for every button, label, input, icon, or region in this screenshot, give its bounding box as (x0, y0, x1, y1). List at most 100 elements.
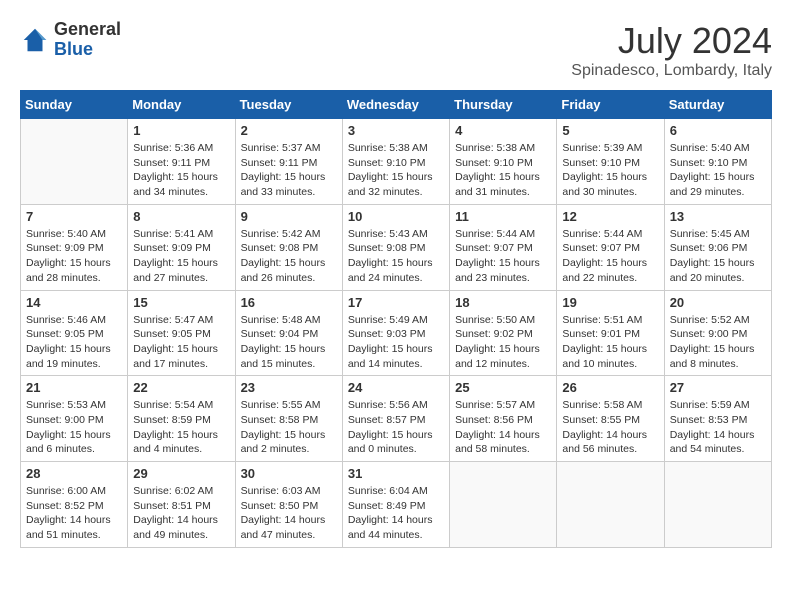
day-number: 23 (241, 380, 337, 395)
day-info: Sunrise: 5:52 AM Sunset: 9:00 PM Dayligh… (670, 313, 766, 372)
day-header-tuesday: Tuesday (235, 91, 342, 119)
day-info: Sunrise: 5:36 AM Sunset: 9:11 PM Dayligh… (133, 141, 229, 200)
calendar-cell (21, 119, 128, 205)
week-row-5: 28 Sunrise: 6:00 AM Sunset: 8:52 PM Dayli… (21, 462, 772, 548)
calendar-cell: 19Sunrise: 5:51 AM Sunset: 9:01 PM Dayli… (557, 290, 664, 376)
day-number: 20 (670, 295, 766, 310)
day-number: 15 (133, 295, 229, 310)
day-number: 13 (670, 209, 766, 224)
calendar-body: 1 Sunrise: 5:36 AM Sunset: 9:11 PM Daylig… (21, 119, 772, 548)
calendar-cell: 16 Sunrise: 5:48 AM Sunset: 9:04 PM Dayli… (235, 290, 342, 376)
day-info: Sunrise: 5:50 AM Sunset: 9:02 PM Dayligh… (455, 313, 551, 372)
day-number: 7 (26, 209, 122, 224)
day-info: Sunrise: 5:44 AM Sunset: 9:07 PM Dayligh… (562, 227, 658, 286)
calendar-cell: 28 Sunrise: 6:00 AM Sunset: 8:52 PM Dayli… (21, 462, 128, 548)
calendar-cell: 12 Sunrise: 5:44 AM Sunset: 9:07 PM Dayli… (557, 204, 664, 290)
day-number: 26 (562, 380, 658, 395)
calendar-cell: 26 Sunrise: 5:58 AM Sunset: 8:55 PM Dayli… (557, 376, 664, 462)
calendar-cell: 10Sunrise: 5:43 AM Sunset: 9:08 PM Dayli… (342, 204, 449, 290)
day-number: 24 (348, 380, 444, 395)
day-header-sunday: Sunday (21, 91, 128, 119)
calendar-cell: 31 Sunrise: 6:04 AM Sunset: 8:49 PM Dayli… (342, 462, 449, 548)
day-info: Sunrise: 5:43 AM Sunset: 9:08 PM Dayligh… (348, 227, 444, 286)
day-number: 2 (241, 123, 337, 138)
day-number: 31 (348, 466, 444, 481)
calendar-cell: 23Sunrise: 5:55 AM Sunset: 8:58 PM Dayli… (235, 376, 342, 462)
calendar-title: July 2024 (571, 20, 772, 62)
day-info: Sunrise: 5:42 AM Sunset: 9:08 PM Dayligh… (241, 227, 337, 286)
day-info: Sunrise: 5:49 AM Sunset: 9:03 PM Dayligh… (348, 313, 444, 372)
day-number: 12 (562, 209, 658, 224)
day-info: Sunrise: 5:40 AM Sunset: 9:09 PM Dayligh… (26, 227, 122, 286)
logo-text: General Blue (54, 20, 121, 60)
day-info: Sunrise: 6:02 AM Sunset: 8:51 PM Dayligh… (133, 484, 229, 543)
day-info: Sunrise: 5:41 AM Sunset: 9:09 PM Dayligh… (133, 227, 229, 286)
day-info: Sunrise: 5:48 AM Sunset: 9:04 PM Dayligh… (241, 313, 337, 372)
calendar-cell (664, 462, 771, 548)
calendar-cell: 6Sunrise: 5:40 AM Sunset: 9:10 PM Daylig… (664, 119, 771, 205)
day-info: Sunrise: 5:38 AM Sunset: 9:10 PM Dayligh… (348, 141, 444, 200)
day-number: 29 (133, 466, 229, 481)
day-info: Sunrise: 5:39 AM Sunset: 9:10 PM Dayligh… (562, 141, 658, 200)
day-info: Sunrise: 6:04 AM Sunset: 8:49 PM Dayligh… (348, 484, 444, 543)
day-number: 8 (133, 209, 229, 224)
calendar-cell: 21 Sunrise: 5:53 AM Sunset: 9:00 PM Dayli… (21, 376, 128, 462)
logo-general: General (54, 20, 121, 40)
calendar-cell: 30Sunrise: 6:03 AM Sunset: 8:50 PM Dayli… (235, 462, 342, 548)
day-number: 9 (241, 209, 337, 224)
logo-blue: Blue (54, 40, 121, 60)
day-info: Sunrise: 5:57 AM Sunset: 8:56 PM Dayligh… (455, 398, 551, 457)
calendar-cell: 24 Sunrise: 5:56 AM Sunset: 8:57 PM Dayli… (342, 376, 449, 462)
calendar-header: SundayMondayTuesdayWednesdayThursdayFrid… (21, 91, 772, 119)
calendar-cell: 15 Sunrise: 5:47 AM Sunset: 9:05 PM Dayli… (128, 290, 235, 376)
day-info: Sunrise: 5:53 AM Sunset: 9:00 PM Dayligh… (26, 398, 122, 457)
day-number: 5 (562, 123, 658, 138)
day-number: 4 (455, 123, 551, 138)
calendar-cell: 25 Sunrise: 5:57 AM Sunset: 8:56 PM Dayli… (450, 376, 557, 462)
day-number: 25 (455, 380, 551, 395)
logo-icon (20, 25, 50, 55)
calendar-cell: 11Sunrise: 5:44 AM Sunset: 9:07 PM Dayli… (450, 204, 557, 290)
day-info: Sunrise: 6:03 AM Sunset: 8:50 PM Dayligh… (241, 484, 337, 543)
day-info: Sunrise: 5:59 AM Sunset: 8:53 PM Dayligh… (670, 398, 766, 457)
day-header-saturday: Saturday (664, 91, 771, 119)
day-number: 28 (26, 466, 122, 481)
calendar-cell: 4Sunrise: 5:38 AM Sunset: 9:10 PM Daylig… (450, 119, 557, 205)
calendar-cell: 2 Sunrise: 5:37 AM Sunset: 9:11 PM Daylig… (235, 119, 342, 205)
calendar-cell: 8 Sunrise: 5:41 AM Sunset: 9:09 PM Daylig… (128, 204, 235, 290)
day-header-wednesday: Wednesday (342, 91, 449, 119)
day-number: 21 (26, 380, 122, 395)
calendar-cell (450, 462, 557, 548)
day-info: Sunrise: 6:00 AM Sunset: 8:52 PM Dayligh… (26, 484, 122, 543)
day-number: 3 (348, 123, 444, 138)
day-info: Sunrise: 5:56 AM Sunset: 8:57 PM Dayligh… (348, 398, 444, 457)
day-number: 1 (133, 123, 229, 138)
day-header-monday: Monday (128, 91, 235, 119)
day-info: Sunrise: 5:40 AM Sunset: 9:10 PM Dayligh… (670, 141, 766, 200)
logo: General Blue (20, 20, 121, 60)
calendar-cell: 29 Sunrise: 6:02 AM Sunset: 8:51 PM Dayli… (128, 462, 235, 548)
day-header-friday: Friday (557, 91, 664, 119)
calendar-cell: 3 Sunrise: 5:38 AM Sunset: 9:10 PM Daylig… (342, 119, 449, 205)
week-row-2: 7 Sunrise: 5:40 AM Sunset: 9:09 PM Daylig… (21, 204, 772, 290)
day-info: Sunrise: 5:58 AM Sunset: 8:55 PM Dayligh… (562, 398, 658, 457)
day-info: Sunrise: 5:54 AM Sunset: 8:59 PM Dayligh… (133, 398, 229, 457)
day-info: Sunrise: 5:46 AM Sunset: 9:05 PM Dayligh… (26, 313, 122, 372)
day-number: 14 (26, 295, 122, 310)
week-row-1: 1 Sunrise: 5:36 AM Sunset: 9:11 PM Daylig… (21, 119, 772, 205)
title-block: July 2024 Spinadesco, Lombardy, Italy (571, 20, 772, 80)
day-number: 22 (133, 380, 229, 395)
calendar-cell: 7 Sunrise: 5:40 AM Sunset: 9:09 PM Daylig… (21, 204, 128, 290)
days-header-row: SundayMondayTuesdayWednesdayThursdayFrid… (21, 91, 772, 119)
day-number: 18 (455, 295, 551, 310)
day-info: Sunrise: 5:45 AM Sunset: 9:06 PM Dayligh… (670, 227, 766, 286)
day-number: 17 (348, 295, 444, 310)
calendar-cell (557, 462, 664, 548)
day-info: Sunrise: 5:47 AM Sunset: 9:05 PM Dayligh… (133, 313, 229, 372)
day-number: 16 (241, 295, 337, 310)
calendar-cell: 13 Sunrise: 5:45 AM Sunset: 9:06 PM Dayli… (664, 204, 771, 290)
day-info: Sunrise: 5:37 AM Sunset: 9:11 PM Dayligh… (241, 141, 337, 200)
page-header: General Blue July 2024 Spinadesco, Lomba… (20, 20, 772, 80)
calendar-cell: 9 Sunrise: 5:42 AM Sunset: 9:08 PM Daylig… (235, 204, 342, 290)
day-number: 19 (562, 295, 658, 310)
